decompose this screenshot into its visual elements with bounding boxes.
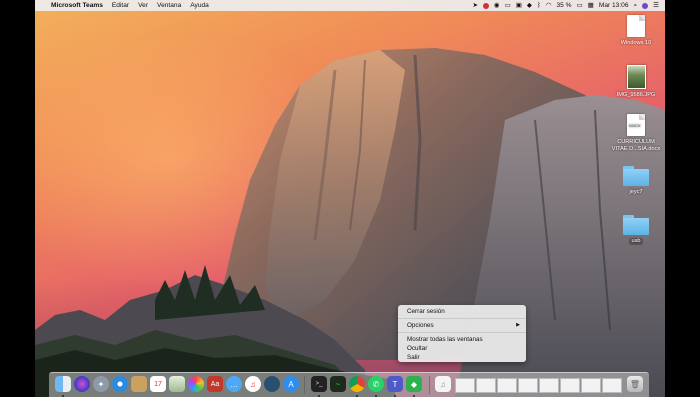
minimized-window-thumbnail[interactable] [518, 378, 538, 393]
minimized-window-thumbnail[interactable] [539, 378, 559, 393]
menu-separator [398, 332, 526, 333]
terminal-icon[interactable]: >_ [311, 376, 327, 392]
desktop-icon-label: jeyc7 [629, 189, 643, 195]
facetime-icon[interactable] [264, 376, 280, 392]
itunes-icon[interactable]: ♫ [245, 376, 261, 392]
dropbox-icon[interactable]: ◆ [527, 0, 532, 11]
wifi-icon[interactable]: ◠ [546, 0, 552, 11]
docx-document-icon: DOCX [627, 114, 645, 136]
menu-app-name[interactable]: Microsoft Teams [51, 0, 103, 11]
desktop[interactable]: Microsoft Teams Editar Ver Ventana Ayuda… [35, 0, 665, 397]
minimized-window-thumbnail[interactable] [602, 378, 622, 393]
feedly-icon[interactable]: ◆ [406, 376, 422, 392]
safari-icon[interactable] [112, 376, 128, 392]
desktop-icon-label-line1: CURRICULUM [617, 139, 655, 145]
menu-item-opciones[interactable]: Opciones ▶ [398, 321, 526, 330]
minimized-window-thumbnail[interactable] [455, 378, 475, 393]
submenu-arrow-icon: ▶ [516, 322, 520, 328]
trash-icon[interactable]: 🗑 [627, 376, 643, 392]
desktop-icon-label: usb [629, 238, 643, 245]
finder-icon[interactable] [55, 376, 71, 392]
dictionary-icon[interactable]: Aa [207, 376, 223, 392]
document-stack-icon[interactable]: ♫ [435, 376, 451, 392]
desktop-icon-windows10[interactable]: Windows 10 [610, 15, 662, 47]
desktop-icon-label: IMG_9586.JPG [616, 92, 656, 98]
notification-center-icon[interactable]: ☰ [653, 0, 659, 11]
desktop-icon-jeyc7[interactable]: jeyc7 [610, 164, 662, 196]
record-icon[interactable] [482, 2, 489, 9]
desktop-icon-img-9586[interactable]: IMG_9586.JPG [610, 65, 662, 99]
dock-separator [429, 376, 430, 394]
location-arrow-icon[interactable]: ➤ [472, 0, 477, 11]
dock-context-menu: Cerrar sesión Opciones ▶ Mostrar todas l… [398, 305, 526, 362]
whatsapp-icon[interactable]: ✆ [368, 376, 384, 392]
launchpad-icon[interactable]: ✦ [93, 376, 109, 392]
battery-percent[interactable]: 35 % [556, 0, 571, 11]
siri-icon[interactable] [74, 376, 90, 392]
activity-monitor-icon[interactable]: ~ [330, 376, 346, 392]
siri-menu-icon[interactable] [642, 2, 649, 9]
notes-icon[interactable] [131, 376, 147, 392]
docx-badge: DOCX [629, 123, 641, 128]
desktop-icon-usb[interactable]: usb [610, 213, 662, 245]
menu-bar: Microsoft Teams Editar Ver Ventana Ayuda… [35, 0, 665, 11]
menu-editar[interactable]: Editar [112, 0, 129, 11]
menu-item-ocultar[interactable]: Ocultar [398, 344, 526, 353]
app-store-icon[interactable]: A [283, 376, 299, 392]
chrome-icon[interactable] [349, 376, 365, 392]
menu-ayuda[interactable]: Ayuda [190, 0, 209, 11]
photo-thumbnail-icon [626, 65, 646, 89]
dock-separator [304, 376, 305, 394]
preview-icon[interactable] [169, 376, 185, 392]
spotlight-search-icon[interactable]: ⌕ [634, 0, 638, 11]
desktop-icon-label: CURRICULUM VITAE D...SIA.docx [612, 139, 660, 153]
menu-ventana[interactable]: Ventana [157, 0, 181, 11]
clock[interactable]: Mar 13:06 [599, 0, 629, 11]
teams-status-icon[interactable]: ▣ [516, 0, 522, 11]
minimized-window-thumbnail[interactable] [560, 378, 580, 393]
folder-icon [623, 215, 649, 235]
folder-icon [623, 166, 649, 186]
menu-ver[interactable]: Ver [138, 0, 148, 11]
photos-icon[interactable] [188, 376, 204, 392]
battery-icon[interactable]: ▭ [577, 0, 583, 11]
calendar-day: 17 [154, 380, 162, 388]
status-area: ➤ ◉ ▭ ▣ ◆ ᛒ ◠ 35 % ▭ ▦ Mar 13:06 ⌕ ☰ [472, 0, 659, 11]
menu-item-label: Opciones [407, 322, 434, 329]
desktop-icon-label-line2: VITAE D...SIA.docx [611, 146, 661, 152]
document-icon [627, 15, 645, 37]
desktop-icon-label: Windows 10 [620, 40, 652, 46]
menu-item-mostrar-todas[interactable]: Mostrar todas las ventanas [398, 335, 526, 344]
messages-icon[interactable]: … [226, 376, 242, 392]
calendar-icon[interactable]: 17 [150, 376, 166, 392]
display-icon[interactable]: ▭ [505, 0, 511, 11]
half-dome-wallpaper [35, 48, 665, 397]
minimized-window-thumbnail[interactable] [476, 378, 496, 393]
desktop-icon-curriculum[interactable]: DOCX CURRICULUM VITAE D...SIA.docx [610, 114, 662, 153]
teams-icon[interactable]: T [387, 376, 403, 392]
minimized-window-thumbnail[interactable] [581, 378, 601, 393]
minimized-window-thumbnail[interactable] [497, 378, 517, 393]
whatsapp-status-icon[interactable]: ◉ [494, 0, 500, 11]
menu-item-cerrar-sesion[interactable]: Cerrar sesión [398, 307, 526, 316]
dock: ✦ 17 Aa … ♫ A >_ ~ ✆ T ◆ ♫ 🗑 [49, 372, 649, 397]
menu-item-salir[interactable]: Salir [398, 353, 526, 362]
menu-separator [398, 318, 526, 319]
input-flag-icon[interactable]: ▦ [588, 0, 594, 11]
bluetooth-icon[interactable]: ᛒ [537, 0, 541, 11]
